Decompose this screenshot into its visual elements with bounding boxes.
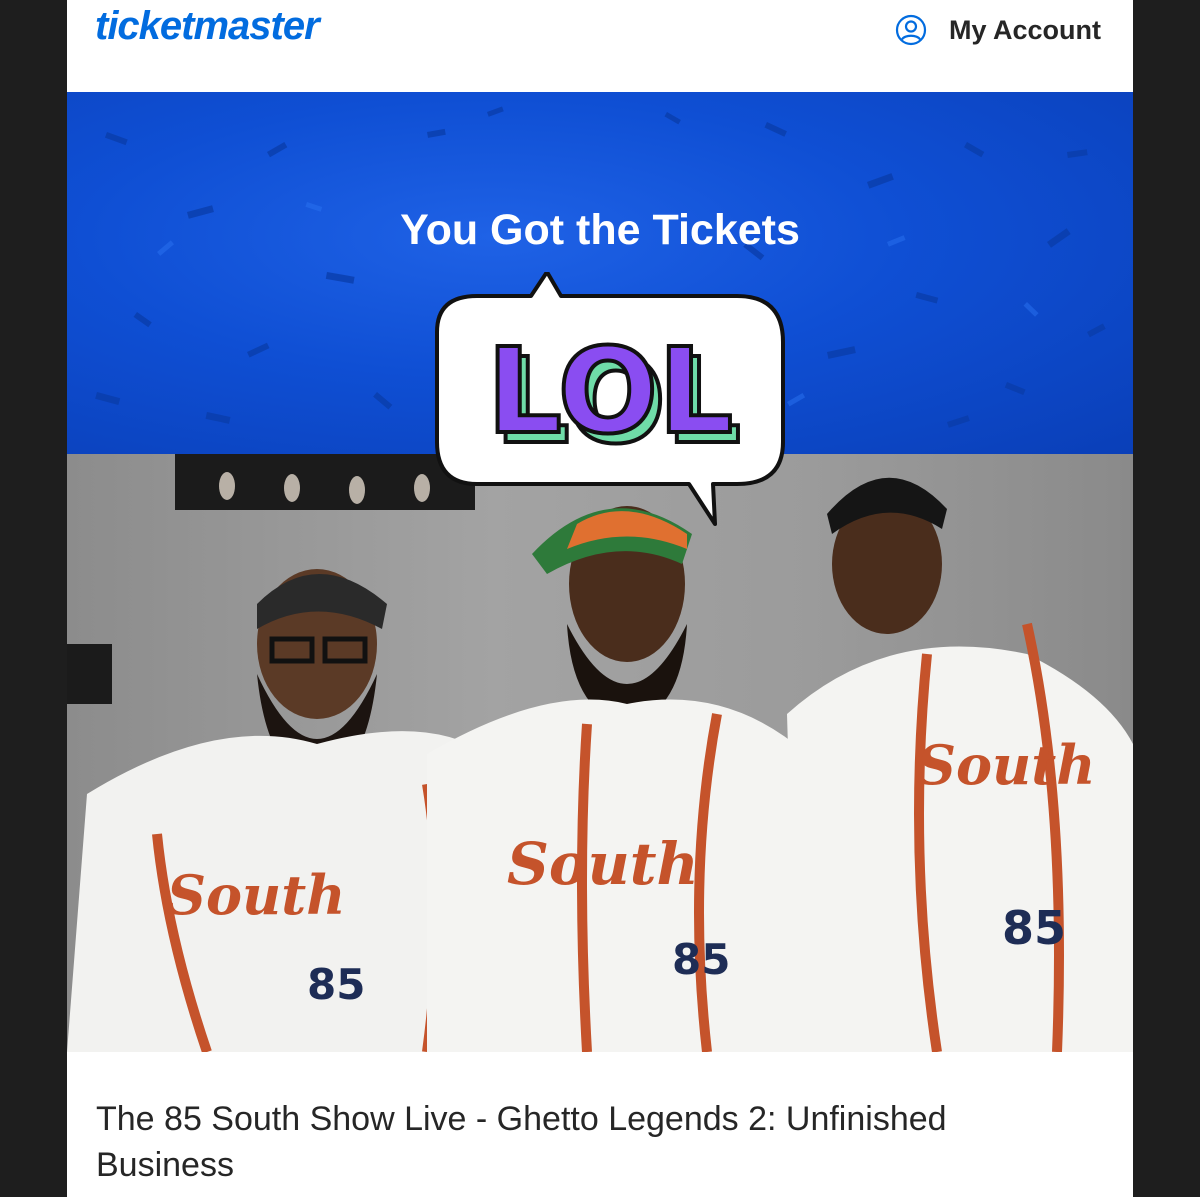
email-body: ticketmaster My Account You Got the Tick…: [67, 0, 1133, 1197]
lol-speech-bubble: LOL LOL: [397, 270, 797, 537]
jersey-number-right: 85: [1002, 901, 1066, 955]
ticketmaster-logo[interactable]: ticketmaster: [95, 4, 320, 49]
my-account-link[interactable]: My Account: [895, 14, 1101, 46]
user-circle-icon: [895, 14, 927, 46]
photo-illustration: South South South 85 85 85: [67, 454, 1133, 1052]
right-margin: [1133, 0, 1200, 1197]
email-header: ticketmaster My Account: [67, 0, 1133, 92]
left-margin: [0, 0, 67, 1197]
my-account-label: My Account: [948, 14, 1101, 45]
jersey-number-left: 85: [307, 960, 365, 1009]
jersey-text-middle: South: [507, 830, 699, 898]
jersey-number-middle: 85: [672, 935, 730, 984]
jersey-text-right: South: [917, 733, 1095, 797]
hero-title: You Got the Tickets: [400, 206, 800, 254]
jersey-text-left: South: [167, 863, 345, 927]
event-title[interactable]: The 85 South Show Live - Ghetto Legends …: [96, 1096, 1076, 1188]
comedians-photo: South South South 85 85 85: [67, 454, 1133, 1052]
lol-sticker-text: LOL: [487, 322, 734, 460]
